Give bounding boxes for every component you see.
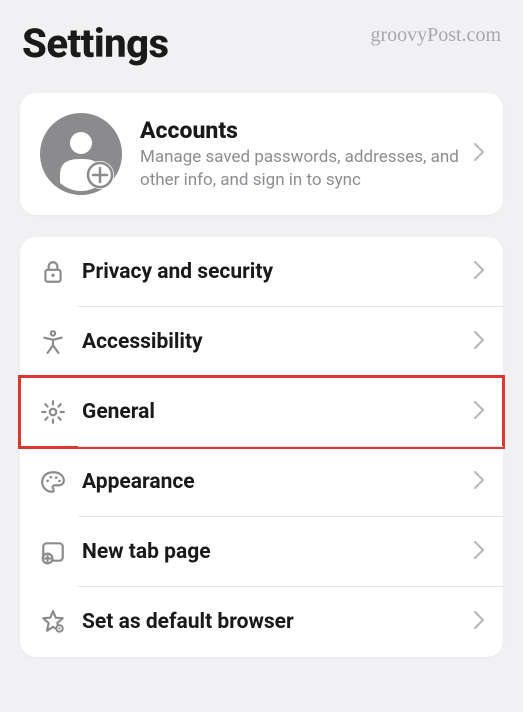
accounts-subtitle: Manage saved passwords, addresses, and o… bbox=[140, 146, 465, 190]
menu-item-privacy-security[interactable]: Privacy and security bbox=[20, 237, 503, 307]
menu-item-label: Set as default browser bbox=[82, 610, 465, 634]
chevron-right-icon bbox=[465, 401, 493, 423]
menu-item-label: Privacy and security bbox=[82, 260, 465, 284]
menu-item-label: Appearance bbox=[82, 470, 465, 494]
header: Settings groovyPost.com bbox=[0, 0, 523, 75]
accounts-row[interactable]: Accounts Manage saved passwords, address… bbox=[20, 93, 503, 215]
menu-card: Privacy and security Accessibility Gener… bbox=[20, 237, 503, 657]
menu-item-label: General bbox=[82, 400, 465, 424]
menu-item-label: Accessibility bbox=[82, 330, 465, 354]
watermark: groovyPost.com bbox=[370, 24, 501, 47]
chevron-right-icon bbox=[465, 541, 493, 563]
menu-item-new-tab-page[interactable]: New tab page bbox=[20, 517, 503, 587]
menu-item-default-browser[interactable]: Set as default browser bbox=[20, 587, 503, 657]
account-avatar-icon bbox=[40, 113, 122, 195]
chevron-right-icon bbox=[465, 331, 493, 353]
menu-item-appearance[interactable]: Appearance bbox=[20, 447, 503, 517]
accounts-text: Accounts Manage saved passwords, address… bbox=[140, 117, 465, 190]
star-gear-icon bbox=[38, 607, 68, 637]
accounts-card: Accounts Manage saved passwords, address… bbox=[20, 93, 503, 215]
palette-icon bbox=[38, 467, 68, 497]
gear-icon bbox=[38, 397, 68, 427]
chevron-right-icon bbox=[465, 261, 493, 283]
lock-icon bbox=[38, 257, 68, 287]
page-title: Settings bbox=[22, 20, 169, 67]
menu-item-accessibility[interactable]: Accessibility bbox=[20, 307, 503, 377]
menu-item-label: New tab page bbox=[82, 540, 465, 564]
accessibility-icon bbox=[38, 327, 68, 357]
chevron-right-icon bbox=[465, 611, 493, 633]
chevron-right-icon bbox=[465, 471, 493, 493]
new-tab-icon bbox=[38, 537, 68, 567]
accounts-title: Accounts bbox=[140, 117, 465, 144]
menu-item-general[interactable]: General bbox=[20, 377, 503, 447]
chevron-right-icon bbox=[465, 143, 493, 165]
